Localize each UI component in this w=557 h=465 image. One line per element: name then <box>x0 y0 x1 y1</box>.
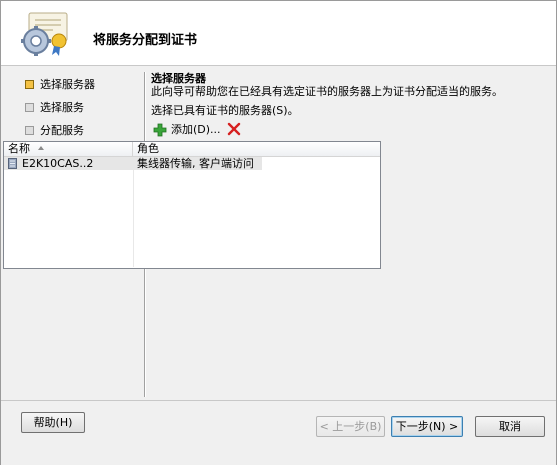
step-pending-icon <box>25 103 34 112</box>
add-server-label: 添加(D)... <box>171 123 221 136</box>
next-button[interactable]: 下一步(N) > <box>391 416 463 437</box>
sort-ascending-icon <box>38 146 44 150</box>
step-label: 选择服务器 <box>40 78 95 91</box>
plus-icon <box>153 123 167 137</box>
step-label: 分配服务 <box>40 124 84 137</box>
server-list[interactable]: 名称 角色 E2K10CAS..2 集线器传输, 客户端访问 <box>3 141 381 269</box>
cancel-button[interactable]: 取消 <box>475 416 545 437</box>
wizard-footer: 帮助(H) < 上一步(B) 下一步(N) > 取消 <box>1 400 556 465</box>
help-button[interactable]: 帮助(H) <box>21 412 85 433</box>
column-separator <box>133 157 134 267</box>
server-name: E2K10CAS..2 <box>22 157 94 170</box>
delete-icon[interactable] <box>227 122 241 136</box>
server-list-label: 选择已具有证书的服务器(S)。 <box>151 104 299 117</box>
step-current-icon <box>25 80 34 89</box>
step-assign-services: 分配服务 <box>25 122 135 140</box>
step-select-services: 选择服务 <box>25 99 135 117</box>
list-header: 名称 角色 <box>4 142 380 157</box>
column-header-label: 名称 <box>8 142 30 155</box>
page-title: 将服务分配到证书 <box>93 33 198 48</box>
column-header-label: 角色 <box>137 142 159 155</box>
wizard-window: 将服务分配到证书 选择服务器 选择服务 分配服务 完成 选择服务器 此 <box>0 0 557 465</box>
section-title: 选择服务器 <box>151 72 206 85</box>
back-button[interactable]: < 上一步(B) <box>316 416 385 437</box>
step-pending-icon <box>25 126 34 135</box>
certificate-gear-icon <box>21 12 68 56</box>
column-header-role[interactable]: 角色 <box>133 142 380 156</box>
server-icon <box>8 158 17 169</box>
add-server-button[interactable]: 添加(D)... <box>151 121 225 139</box>
section-description: 此向导可帮助您在已经具有选定证书的服务器上为证书分配适当的服务。 <box>151 85 503 98</box>
table-row[interactable]: E2K10CAS..2 集线器传输, 客户端访问 <box>4 157 262 170</box>
server-role-cell: 集线器传输, 客户端访问 <box>137 157 254 170</box>
server-name-cell: E2K10CAS..2 <box>8 157 144 170</box>
step-content: 选择服务器 此向导可帮助您在已经具有选定证书的服务器上为证书分配适当的服务。 选… <box>151 72 531 139</box>
wizard-header: 将服务分配到证书 <box>1 1 556 66</box>
wizard-body: 选择服务器 选择服务 分配服务 完成 选择服务器 此向导可帮助您在已经具有选定证… <box>1 66 556 400</box>
step-label: 选择服务 <box>40 101 84 114</box>
column-header-name[interactable]: 名称 <box>4 142 133 156</box>
step-select-server: 选择服务器 <box>25 76 135 94</box>
list-toolbar: 添加(D)... <box>151 121 531 139</box>
